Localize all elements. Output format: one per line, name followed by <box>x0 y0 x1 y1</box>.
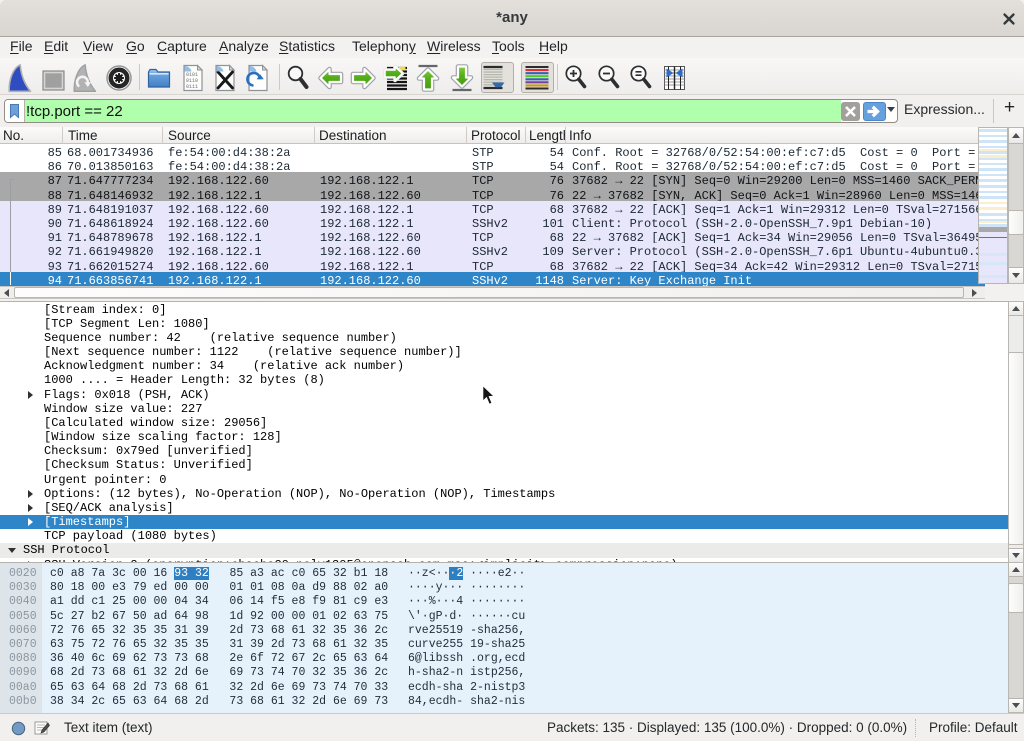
svg-text:0111: 0111 <box>186 84 198 90</box>
